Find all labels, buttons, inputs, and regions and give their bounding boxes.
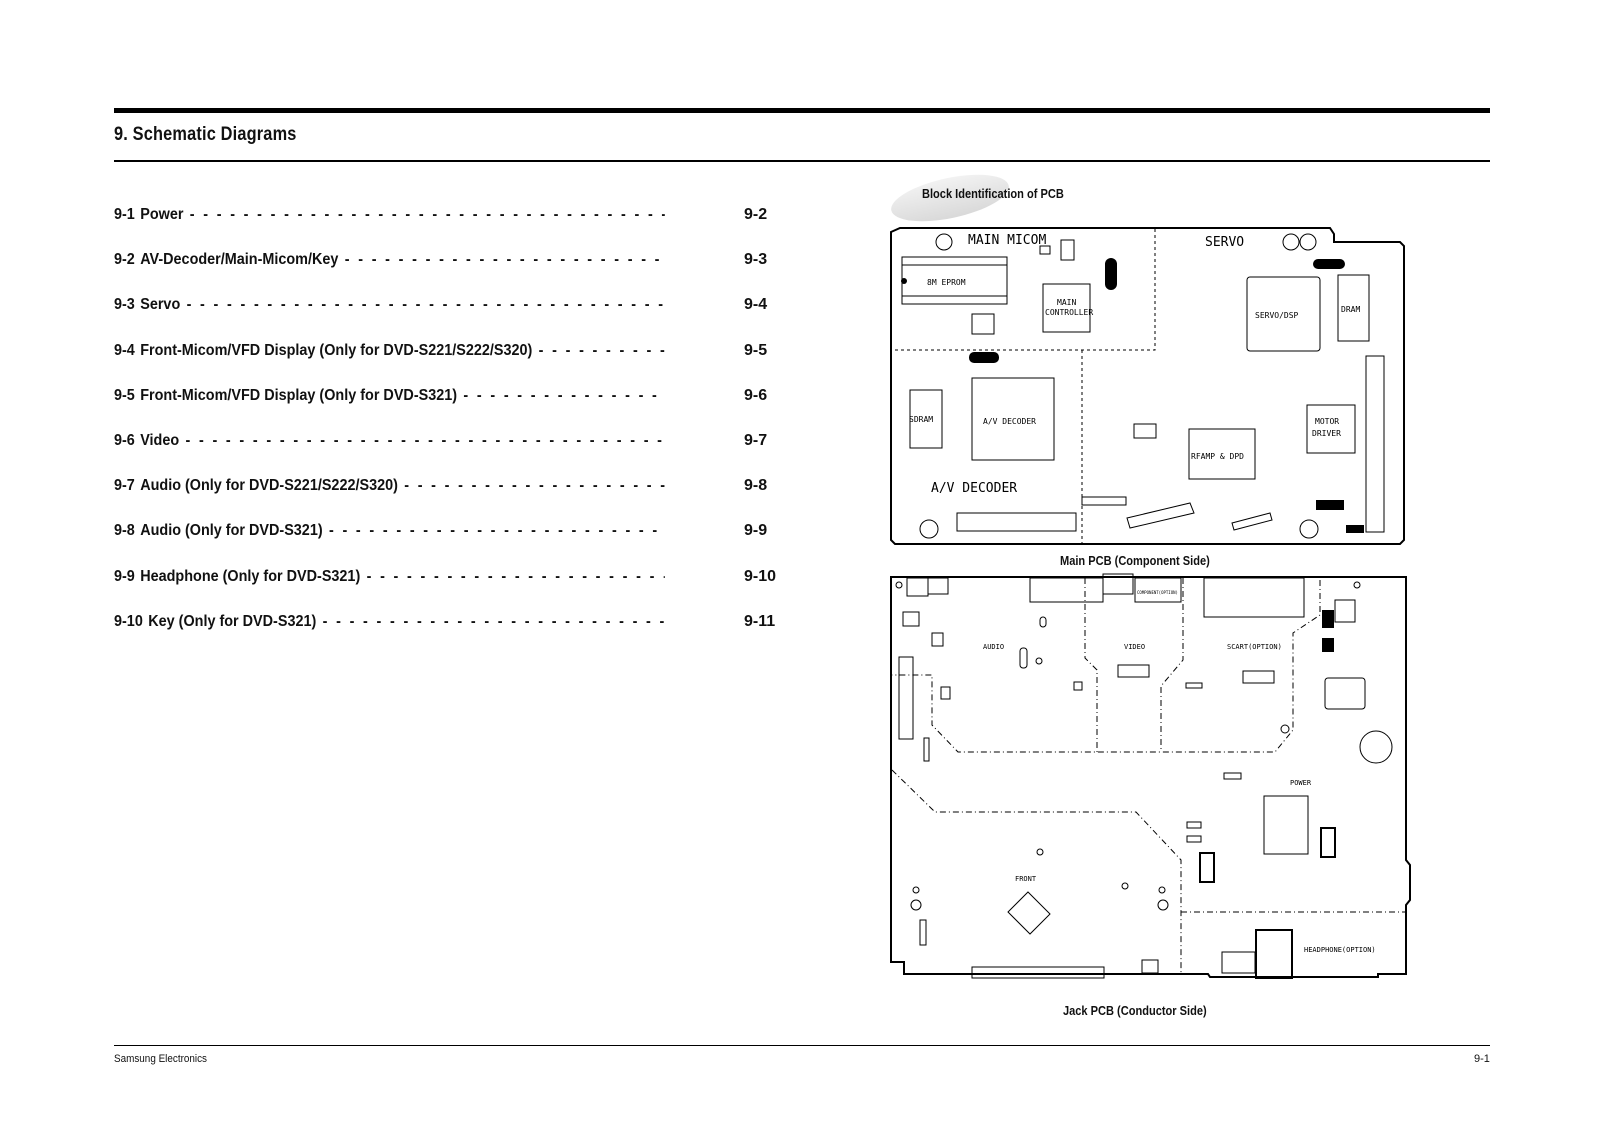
footer-company: Samsung Electronics (114, 1053, 207, 1065)
main-micom-label: MAIN MICOM (968, 233, 1046, 248)
av-decoder-chip-label: A/V DECODER (983, 417, 1036, 426)
main-pcb-caption: Main PCB (Component Side) (1060, 553, 1210, 568)
dram-label: DRAM (1341, 305, 1360, 314)
headphone-label: HEADPHONE(OPTION) (1304, 946, 1376, 954)
main-pcb-outline (890, 227, 1405, 545)
jack-pcb-caption: Jack PCB (Conductor Side) (1063, 1003, 1207, 1018)
servo-label: SERVO (1205, 235, 1244, 250)
footer-page-number: 9-1 (1474, 1053, 1490, 1065)
power-label: POWER (1290, 779, 1312, 787)
video-label: VIDEO (1124, 643, 1145, 651)
motor-label-2: DRIVER (1312, 429, 1341, 438)
power-transformer (1263, 795, 1309, 855)
scart-label: SCART(OPTION) (1227, 643, 1282, 651)
main-pcb-diagram: MAIN MICOM SERVO 8M EPROM MAIN CONTROLLE… (890, 227, 1411, 979)
servo-dsp-label: SERVO/DSP (1255, 311, 1299, 320)
main-controller-label-1: MAIN (1057, 298, 1076, 307)
jack-pcb-outline (890, 576, 1411, 978)
audio-label: AUDIO (983, 643, 1004, 651)
motor-label-1: MOTOR (1315, 417, 1339, 426)
sdram-label: SDRAM (909, 415, 933, 424)
rfamp-label: RFAMP & DPD (1191, 452, 1244, 461)
component-label: COMPONENT(OPTION) (1137, 590, 1178, 595)
front-label: FRONT (1015, 875, 1037, 883)
main-controller-label-2: CONTROLLER (1045, 308, 1093, 317)
footer-rule (114, 1045, 1490, 1046)
eprom-label: 8M EPROM (927, 278, 966, 287)
av-decoder-area-label: A/V DECODER (931, 481, 1017, 496)
